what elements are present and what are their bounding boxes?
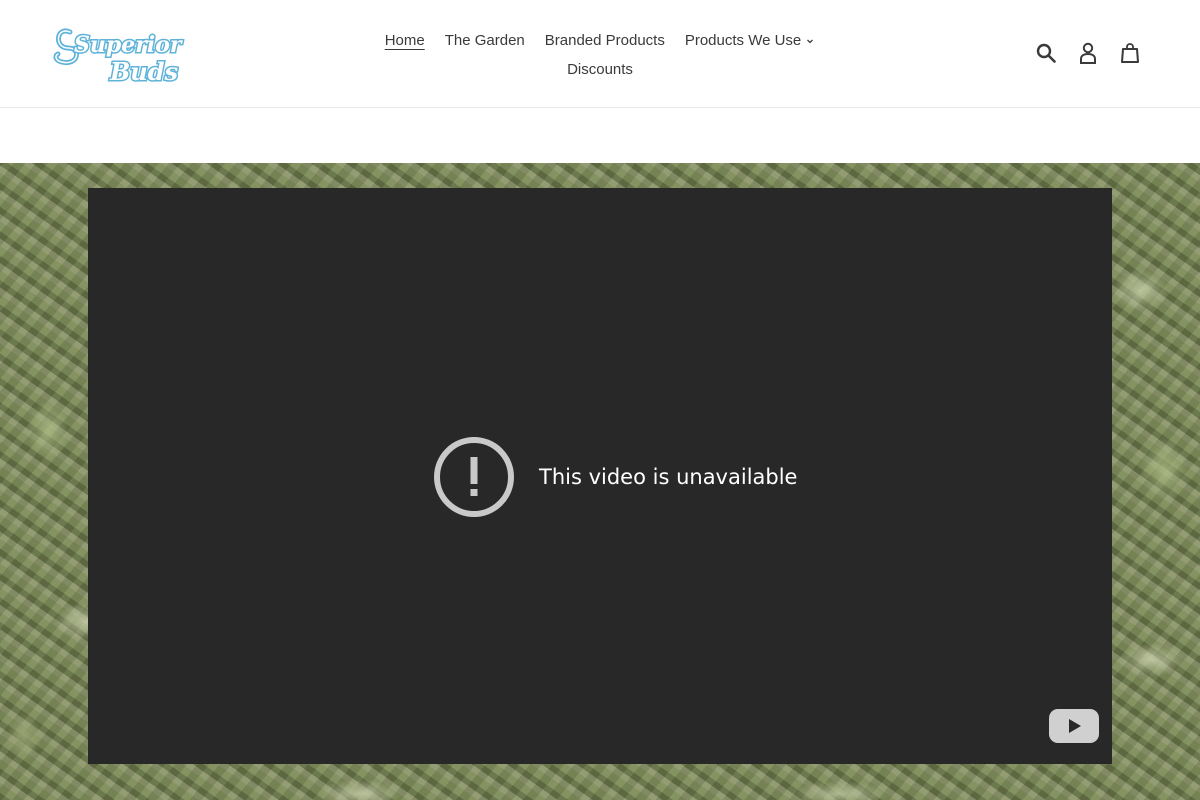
nav-row-secondary: Discounts [340, 55, 860, 84]
header-spacer [0, 108, 1200, 163]
superior-buds-logo[interactable]: Superior Buds [52, 18, 192, 90]
video-error-message: This video is unavailable [433, 436, 797, 518]
nav-item-discounts[interactable]: Discounts [567, 55, 633, 84]
logo-text-line1: Superior [74, 32, 183, 58]
chevron-down-icon [807, 39, 814, 44]
account-button[interactable] [1076, 40, 1100, 66]
nav-item-products-we-use-label: Products We Use [684, 32, 802, 49]
youtube-logo-icon[interactable] [1048, 708, 1100, 744]
account-icon [1080, 42, 1096, 64]
nav-item-the-garden[interactable]: The Garden [445, 26, 525, 55]
hero-background: This video is unavailable [0, 163, 1200, 800]
nav-row-primary: Home The Garden Branded Products Products W… [340, 26, 860, 55]
header-actions [1034, 40, 1142, 66]
search-button[interactable] [1034, 40, 1058, 66]
nav-item-home[interactable]: Home [385, 26, 425, 55]
alert-circle-icon [434, 437, 514, 517]
nav-item-products-we-use[interactable]: Products We Use [685, 26, 815, 55]
cart-button[interactable] [1118, 40, 1142, 66]
nav-item-branded-products[interactable]: Branded Products [545, 26, 665, 55]
video-player[interactable]: This video is unavailable [88, 188, 1112, 764]
video-unavailable-text: This video is unavailable [539, 465, 798, 489]
main-navigation: Home The Garden Branded Products Products W… [340, 26, 860, 84]
logo-text-line2: Buds [109, 57, 179, 86]
site-header: Superior Buds Home The Garden Branded Prod… [0, 0, 1200, 108]
search-icon [1036, 43, 1056, 63]
cart-icon [1121, 43, 1139, 63]
